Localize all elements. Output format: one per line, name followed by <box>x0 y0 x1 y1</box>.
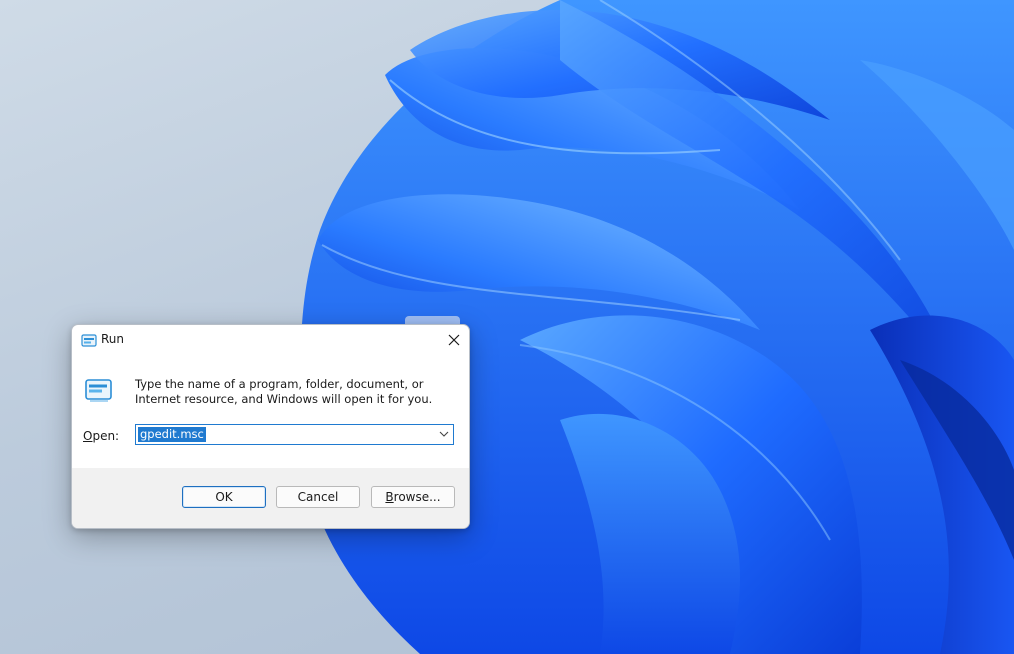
dialog-body: Type the name of a program, folder, docu… <box>72 355 469 468</box>
open-input[interactable]: gpedit.msc <box>138 427 206 442</box>
browse-button[interactable]: Browse... <box>371 486 455 508</box>
browse-label: rowse... <box>393 490 441 504</box>
browse-accelerator: B <box>385 490 394 504</box>
dialog-title: Run <box>101 332 125 346</box>
ok-button[interactable]: OK <box>182 486 266 508</box>
chevron-down-icon[interactable] <box>438 428 450 440</box>
close-icon <box>448 334 459 346</box>
open-label: Open: <box>83 429 119 443</box>
run-app-icon <box>84 378 114 404</box>
dialog-description: Type the name of a program, folder, docu… <box>135 377 433 406</box>
run-app-icon <box>81 333 97 347</box>
run-dialog: Run Type the name of a program, folder, … <box>71 324 470 529</box>
close-button[interactable] <box>438 325 469 355</box>
dialog-footer: OK Cancel Browse... <box>72 468 469 528</box>
cancel-button[interactable]: Cancel <box>276 486 360 508</box>
dialog-titlebar[interactable]: Run <box>72 325 469 355</box>
open-label-text: pen: <box>92 429 120 443</box>
open-combobox[interactable]: gpedit.msc <box>135 424 454 445</box>
